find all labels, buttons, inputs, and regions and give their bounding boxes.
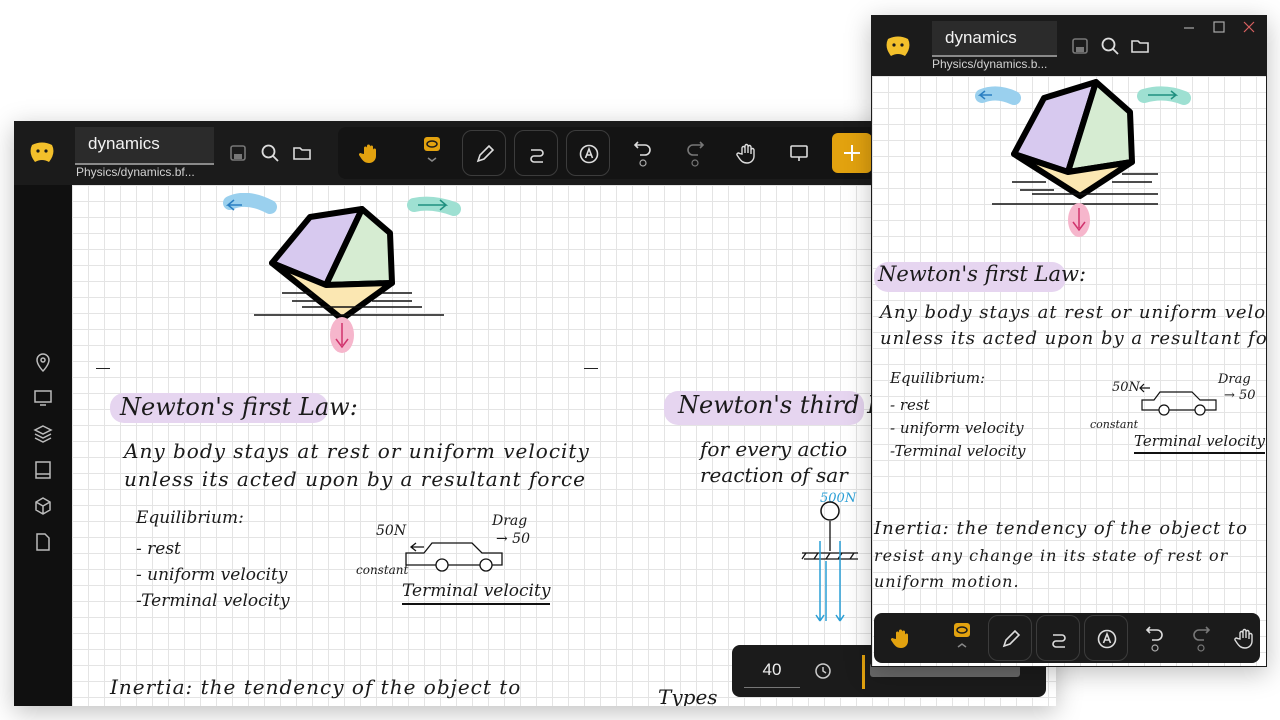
- folder-icon[interactable]: [1130, 36, 1152, 58]
- zoom-slider-handle[interactable]: [862, 655, 865, 689]
- redo-icon[interactable]: [1190, 622, 1212, 652]
- lasso-tool-icon[interactable]: [422, 135, 444, 162]
- drag-label: Drag: [492, 513, 528, 529]
- drag-value: → 50: [496, 531, 530, 547]
- inertia-line3: uniform motion.: [874, 572, 1020, 591]
- first-law-line1: Any body stays at rest or uniform veloci…: [124, 439, 590, 463]
- hand-tool-icon[interactable]: [358, 142, 380, 164]
- undo-icon[interactable]: [632, 137, 654, 167]
- hand-tool-icon[interactable]: [890, 627, 912, 649]
- curve-icon: [530, 149, 544, 163]
- pen-icon: [476, 144, 495, 163]
- document-title[interactable]: dynamics: [932, 21, 1057, 57]
- equilibrium-label: Equilibrium:: [890, 369, 986, 387]
- eq-item-rest: - rest: [890, 396, 930, 414]
- curve-icon: [1052, 634, 1066, 648]
- plus-icon: [844, 145, 860, 161]
- text-tool[interactable]: [566, 130, 610, 176]
- location-pin-icon[interactable]: [32, 351, 54, 373]
- force-label: 50N: [376, 523, 407, 539]
- car-sketch: [1139, 383, 1217, 416]
- document-path: Physics/dynamics.b...: [932, 57, 1048, 71]
- note-canvas[interactable]: Newton's first Law: Any body stays at re…: [872, 76, 1266, 666]
- inertia-line2: resist any change in its state of rest o…: [874, 546, 1229, 565]
- zoom-level-input[interactable]: 40: [744, 653, 800, 688]
- lasso-tool-icon[interactable]: [952, 621, 974, 648]
- constant-label: constant: [1090, 418, 1138, 431]
- force-diagram-sketch: [801, 501, 858, 622]
- secondary-window: dynamics Physics/dynamics.b... Newton's …: [871, 15, 1267, 667]
- pen-icon: [1002, 629, 1021, 648]
- first-law-heading: Newton's first Law:: [120, 393, 358, 421]
- document-path: Physics/dynamics.bf...: [76, 165, 195, 179]
- minimize-icon[interactable]: [1182, 20, 1196, 37]
- save-icon[interactable]: [1070, 36, 1092, 58]
- terminal-velocity-label: Terminal velocity: [1134, 432, 1265, 454]
- equilibrium-label: Equilibrium:: [136, 508, 244, 528]
- layers-icon[interactable]: [32, 423, 54, 445]
- monitor-icon[interactable]: [32, 387, 54, 409]
- eq-item-terminal: -Terminal velocity: [890, 442, 1026, 460]
- undo-icon[interactable]: [1144, 622, 1166, 652]
- text-recognition-icon: [579, 144, 599, 164]
- inertia-line1: Inertia: the tendency of the object to: [110, 675, 522, 699]
- page-divider: [96, 368, 110, 369]
- book-icon[interactable]: [32, 459, 54, 481]
- first-law-heading: Newton's first Law:: [878, 262, 1087, 286]
- text-recognition-icon: [1097, 629, 1117, 649]
- left-rail: [14, 185, 72, 706]
- drag-label: Drag: [1218, 372, 1251, 387]
- save-icon[interactable]: [228, 143, 250, 165]
- eq-item-uniform: - uniform velocity: [890, 419, 1024, 437]
- close-icon[interactable]: [1242, 20, 1256, 37]
- maximize-icon[interactable]: [1212, 20, 1226, 37]
- cube-icon[interactable]: [32, 495, 54, 517]
- third-law-heading: Newton's third La: [678, 391, 898, 419]
- page-divider: [584, 368, 598, 369]
- pan-icon[interactable]: [1234, 627, 1256, 649]
- secondary-toolbar: [874, 613, 1260, 663]
- file-icon[interactable]: [32, 531, 54, 553]
- pan-icon[interactable]: [736, 142, 758, 164]
- history-icon[interactable]: [812, 660, 834, 682]
- main-toolbar: [338, 127, 878, 179]
- present-icon[interactable]: [788, 142, 810, 164]
- text-tool[interactable]: [1084, 615, 1128, 661]
- cube-sketch: [223, 193, 461, 353]
- third-law-line2: reaction of sar: [700, 463, 848, 487]
- pen-tool[interactable]: [462, 130, 506, 176]
- redo-icon[interactable]: [684, 137, 706, 167]
- add-button[interactable]: [832, 133, 872, 173]
- cube-sketch: [975, 79, 1191, 237]
- first-law-line2: unless its acted upon by a resultant fo: [880, 328, 1267, 349]
- shape-tool[interactable]: [1036, 615, 1080, 661]
- drag-value: → 50: [1224, 388, 1256, 403]
- eq-item-uniform: - uniform velocity: [136, 565, 288, 585]
- app-logo-icon[interactable]: [29, 141, 55, 165]
- search-icon[interactable]: [1100, 36, 1122, 58]
- secondary-titlebar: dynamics Physics/dynamics.b...: [872, 16, 1266, 76]
- shape-tool[interactable]: [514, 130, 558, 176]
- terminal-velocity-label: Terminal velocity: [402, 581, 551, 605]
- constant-label: constant: [356, 563, 409, 577]
- third-law-line1: for every actio: [700, 437, 848, 461]
- app-logo-icon[interactable]: [885, 35, 911, 59]
- eq-item-terminal: -Terminal velocity: [136, 591, 290, 611]
- first-law-line1: Any body stays at rest or uniform veloci: [880, 302, 1267, 323]
- search-icon[interactable]: [260, 143, 282, 165]
- folder-icon[interactable]: [292, 143, 314, 165]
- pen-tool[interactable]: [988, 615, 1032, 661]
- types-text: Types: [658, 685, 718, 706]
- first-law-line2: unless its acted upon by a resultant for…: [124, 467, 587, 491]
- inertia-line1: Inertia: the tendency of the object to: [874, 518, 1249, 539]
- eq-item-rest: - rest: [136, 539, 181, 559]
- document-title[interactable]: dynamics: [75, 127, 214, 165]
